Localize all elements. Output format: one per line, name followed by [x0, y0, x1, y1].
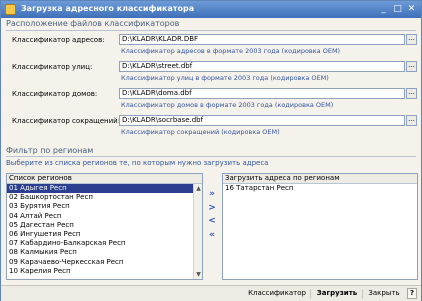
- region-list-item[interactable]: 06 Ингушетия Респ: [7, 230, 202, 239]
- close-button[interactable]: Закрыть: [365, 288, 403, 300]
- toolbar-divider: [310, 289, 311, 299]
- street-browse-button[interactable]: ...: [406, 61, 417, 72]
- abbrev-classifier-desc: Классификатор сокращений (кодировка OEM): [121, 128, 280, 136]
- region-list-item[interactable]: 01 Адыгея Респ: [7, 184, 202, 194]
- region-list-item[interactable]: 03 Бурятия Респ: [7, 202, 202, 211]
- house-classifier-label: Классификатор домов:: [12, 90, 98, 98]
- abbrev-classifier-field[interactable]: D:\KLADR\socrbase.dbf: [119, 115, 405, 126]
- abbrev-classifier-label: Классификатор сокращений:: [12, 117, 121, 125]
- region-list-item[interactable]: 07 Кабардино-Балкарская Респ: [7, 239, 202, 248]
- house-classifier-field[interactable]: D:\KLADR\doma.dbf: [119, 88, 405, 99]
- region-list-item[interactable]: 09 Карачаево-Черкесская Респ: [7, 258, 202, 267]
- move-left-button[interactable]: <: [205, 216, 219, 226]
- move-all-left-button[interactable]: «: [205, 230, 219, 240]
- dialog-window: Загрузка адресного классификатора _ □ ✕ …: [0, 0, 422, 301]
- minimize-icon[interactable]: _: [377, 3, 390, 16]
- region-list-item[interactable]: 08 Калмыкия Респ: [7, 248, 202, 257]
- abbrev-browse-button[interactable]: ...: [406, 115, 417, 126]
- selected-region-list-header: Загрузить адреса по регионам: [223, 174, 417, 184]
- selected-region-item[interactable]: 16 Татарстан Респ: [223, 184, 417, 193]
- help-icon[interactable]: ?: [407, 288, 417, 299]
- title-bar: Загрузка адресного классификатора _ □ ✕: [1, 1, 421, 18]
- filter-section-title: Фильтр по регионам: [6, 146, 94, 155]
- house-browse-button[interactable]: ...: [406, 88, 417, 99]
- region-list-item[interactable]: 04 Алтай Респ: [7, 212, 202, 221]
- maximize-icon[interactable]: □: [391, 3, 404, 16]
- region-list-item[interactable]: 05 Дагестан Респ: [7, 221, 202, 230]
- files-section-title: Расположение файлов классификаторов: [6, 19, 180, 28]
- region-list[interactable]: Список регионов 01 Адыгея Респ 02 Башкор…: [6, 173, 203, 280]
- toolbar-divider: [362, 289, 363, 299]
- address-classifier-desc: Классификатор адресов в формате 2003 год…: [121, 47, 341, 55]
- region-list-header: Список регионов: [7, 174, 202, 184]
- scroll-down-icon[interactable]: ▼: [195, 271, 202, 278]
- region-list-item[interactable]: 10 Карелия Респ: [7, 267, 202, 276]
- files-section-divider: [6, 30, 416, 31]
- address-classifier-field[interactable]: D:\KLADR\KLADR.DBF: [119, 34, 405, 45]
- move-right-button[interactable]: >: [205, 203, 219, 213]
- window-title: Загрузка адресного классификатора: [21, 4, 195, 13]
- street-classifier-desc: Классификатор улиц в формате 2003 года (…: [121, 74, 329, 82]
- region-list-item[interactable]: 02 Башкортостан Респ: [7, 193, 202, 202]
- scroll-up-icon[interactable]: ▲: [195, 185, 202, 192]
- classifier-button[interactable]: Классификатор: [245, 288, 309, 300]
- filter-section-divider: [6, 156, 416, 157]
- address-classifier-label: Классификатор адресов:: [12, 36, 105, 44]
- load-button[interactable]: Загрузить: [313, 288, 361, 300]
- close-icon[interactable]: ✕: [405, 3, 418, 16]
- address-browse-button[interactable]: ...: [406, 34, 417, 45]
- street-classifier-field[interactable]: D:\KLADR\street.dbf: [119, 61, 405, 72]
- street-classifier-label: Классификатор улиц:: [12, 63, 93, 71]
- move-all-right-button[interactable]: »: [205, 189, 219, 199]
- filter-hint: Выберите из списка регионов те, по котор…: [6, 159, 269, 167]
- house-classifier-desc: Классификатор домов в формате 2003 года …: [121, 101, 334, 109]
- selected-region-list[interactable]: Загрузить адреса по регионам 16 Татарста…: [222, 173, 418, 280]
- app-icon: [5, 4, 16, 15]
- bottom-toolbar: Классификатор Загрузить Закрыть ?: [1, 285, 421, 301]
- region-list-scrollbar[interactable]: ▲ ▼: [193, 184, 202, 279]
